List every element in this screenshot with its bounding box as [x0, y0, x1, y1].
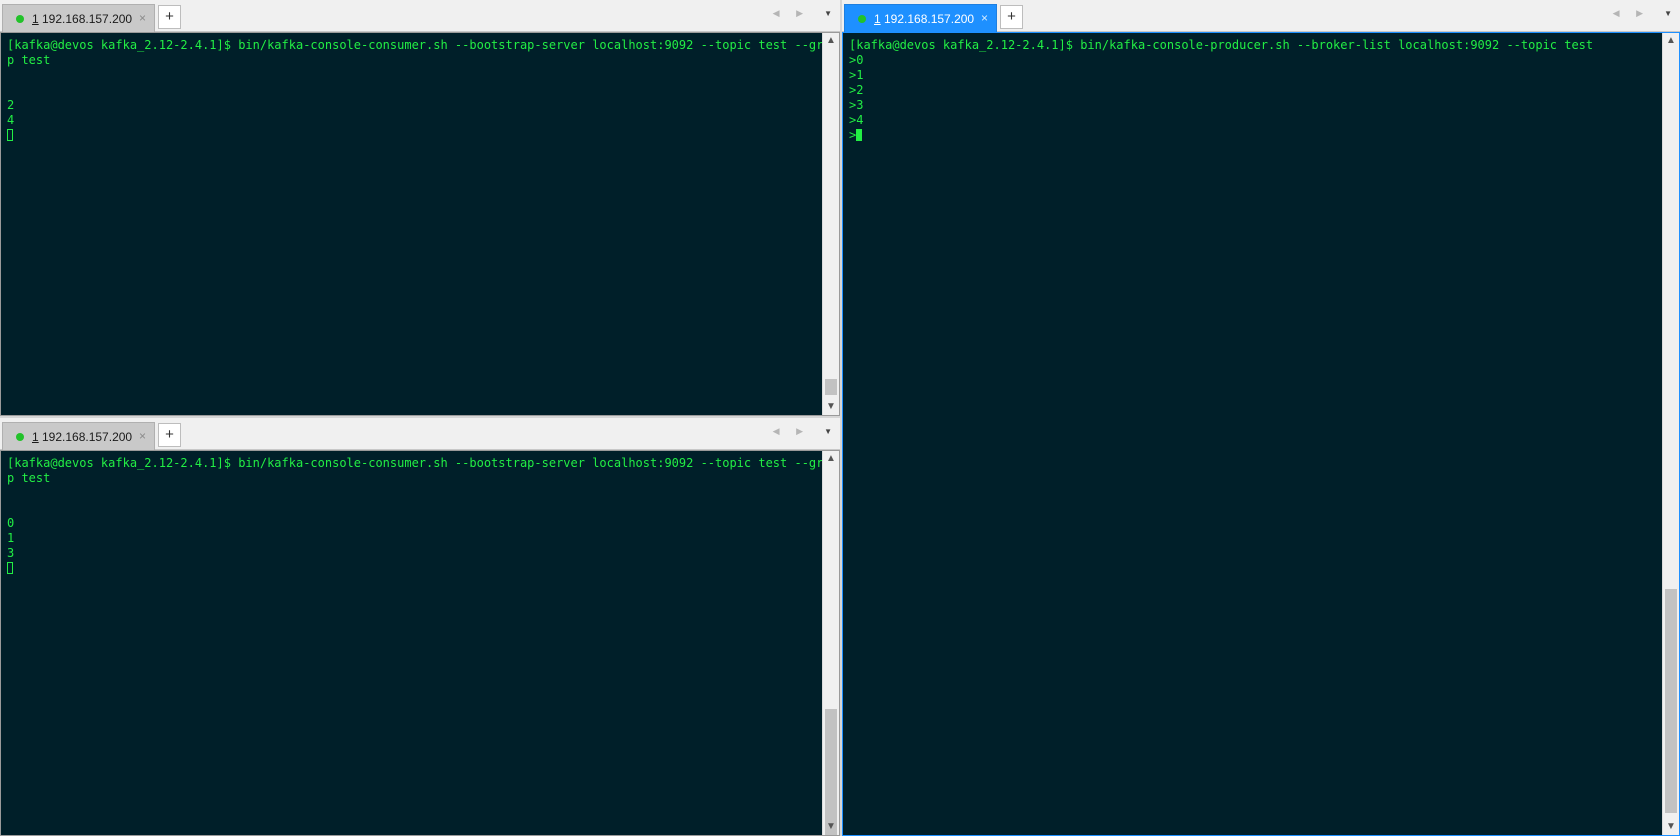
close-tab-icon[interactable]: × — [981, 11, 988, 25]
tab-title: 192.168.157.200 — [42, 12, 133, 26]
producer-input-line: >1 — [849, 68, 864, 82]
producer-input-prompt: > — [849, 128, 857, 142]
command-line-wrap: p test — [7, 471, 51, 485]
text-cursor — [856, 129, 863, 141]
message-line: 1 — [7, 531, 15, 545]
text-cursor — [7, 562, 13, 574]
tab-menu-dropdown-icon[interactable]: ▼ — [824, 9, 832, 18]
scroll-down-icon[interactable]: ▼ — [1663, 819, 1679, 835]
session-tab-active[interactable]: 1 192.168.157.200 × — [844, 4, 997, 32]
tab-menu-dropdown-icon[interactable]: ▼ — [1664, 9, 1672, 18]
producer-input-line: >3 — [849, 98, 864, 112]
scroll-up-icon[interactable]: ▲ — [823, 451, 839, 467]
add-tab-button[interactable]: + — [158, 5, 181, 29]
session-tab[interactable]: 1 192.168.157.200 × — [2, 422, 155, 450]
tab-number: 1 — [32, 430, 39, 444]
terminal-pane-bottom-left: 1 192.168.157.200 × + ◀ ▶ ▼ [kafka@devos… — [0, 418, 840, 836]
tab-scroll-arrows-icon[interactable]: ◀ ▶ — [1613, 8, 1650, 19]
producer-input-line: >4 — [849, 113, 864, 127]
tab-number: 1 — [32, 12, 39, 26]
connected-status-icon — [16, 15, 24, 23]
add-tab-button[interactable]: + — [1000, 5, 1023, 29]
terminal-output: [kafka@devos kafka_2.12-2.4.1]$ bin/kafk… — [849, 38, 1653, 143]
scroll-thumb[interactable] — [825, 379, 837, 395]
vertical-scrollbar[interactable]: ▲ ▼ — [822, 451, 839, 835]
scroll-up-icon[interactable]: ▲ — [823, 33, 839, 49]
tab-bar: 1 192.168.157.200 × + ◀ ▶ ▼ — [0, 418, 840, 450]
session-tab[interactable]: 1 192.168.157.200 × — [2, 4, 155, 32]
command-line: [kafka@devos kafka_2.12-2.4.1]$ bin/kafk… — [7, 456, 838, 470]
terminal-output: [kafka@devos kafka_2.12-2.4.1]$ bin/kafk… — [7, 38, 838, 143]
tab-title: 192.168.157.200 — [42, 430, 133, 444]
terminal-screen[interactable]: [kafka@devos kafka_2.12-2.4.1]$ bin/kafk… — [0, 450, 840, 836]
terminal-pane-right: 1 192.168.157.200 × + ◀ ▶ ▼ [kafka@devos… — [842, 0, 1680, 836]
producer-input-line: >2 — [849, 83, 864, 97]
scroll-thumb[interactable] — [825, 709, 837, 835]
vertical-scrollbar[interactable]: ▲ ▼ — [1662, 33, 1679, 835]
terminal-pane-top-left: 1 192.168.157.200 × + ◀ ▶ ▼ [kafka@devos… — [0, 0, 840, 416]
producer-input-line: >0 — [849, 53, 864, 67]
message-line: 2 — [7, 98, 15, 112]
scroll-up-icon[interactable]: ▲ — [1663, 33, 1679, 49]
message-line: 3 — [7, 546, 15, 560]
close-tab-icon[interactable]: × — [139, 11, 146, 25]
command-line: [kafka@devos kafka_2.12-2.4.1]$ bin/kafk… — [7, 38, 838, 52]
message-line: 4 — [7, 113, 15, 127]
tab-scroll-arrows-icon[interactable]: ◀ ▶ — [773, 426, 810, 437]
tab-number: 1 — [874, 12, 881, 26]
terminal-screen[interactable]: [kafka@devos kafka_2.12-2.4.1]$ bin/kafk… — [842, 32, 1680, 836]
command-line-wrap: p test — [7, 53, 51, 67]
command-line: [kafka@devos kafka_2.12-2.4.1]$ bin/kafk… — [849, 38, 1594, 52]
terminal-screen[interactable]: [kafka@devos kafka_2.12-2.4.1]$ bin/kafk… — [0, 32, 840, 416]
add-tab-button[interactable]: + — [158, 423, 181, 447]
message-line: 0 — [7, 516, 15, 530]
text-cursor — [7, 129, 13, 141]
connected-status-icon — [858, 15, 866, 23]
tab-scroll-arrows-icon[interactable]: ◀ ▶ — [773, 8, 810, 19]
terminal-output: [kafka@devos kafka_2.12-2.4.1]$ bin/kafk… — [7, 456, 838, 576]
tab-bar: 1 192.168.157.200 × + ◀ ▶ ▼ — [842, 0, 1680, 32]
tab-menu-dropdown-icon[interactable]: ▼ — [824, 427, 832, 436]
close-tab-icon[interactable]: × — [139, 429, 146, 443]
vertical-scrollbar[interactable]: ▲ ▼ — [822, 33, 839, 415]
scroll-down-icon[interactable]: ▼ — [823, 399, 839, 415]
tab-title: 192.168.157.200 — [884, 12, 975, 26]
connected-status-icon — [16, 433, 24, 441]
scroll-down-icon[interactable]: ▼ — [823, 819, 839, 835]
scroll-thumb[interactable] — [1665, 589, 1677, 813]
tab-bar: 1 192.168.157.200 × + ◀ ▶ ▼ — [0, 0, 840, 32]
